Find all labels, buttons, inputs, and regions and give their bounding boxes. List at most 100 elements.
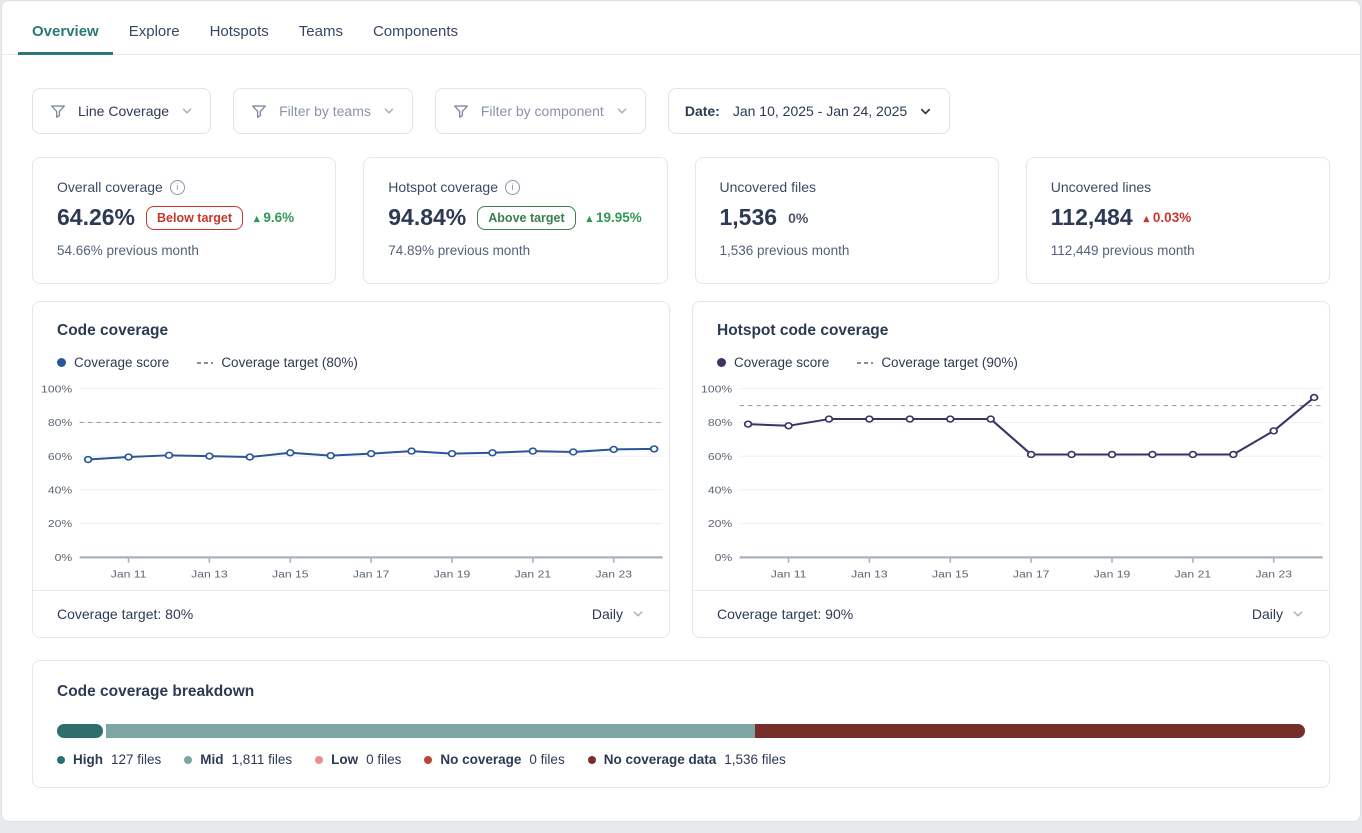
tab-bar: OverviewExploreHotspotsTeamsComponents bbox=[2, 1, 1360, 55]
code-coverage-chart-card: Code coverage Coverage score Coverage ta… bbox=[32, 301, 670, 638]
uncovered-files-trend: 0% bbox=[788, 210, 808, 226]
overall-coverage-title: Overall coverage bbox=[57, 179, 163, 195]
uncovered-files-previous: 1,536 previous month bbox=[720, 243, 974, 258]
hotspot-coverage-trend: ▴ 19.95% bbox=[587, 210, 642, 225]
chart-legend: Coverage score Coverage target (90%) bbox=[717, 355, 1305, 370]
svg-text:Jan 11: Jan 11 bbox=[111, 569, 147, 580]
overall-coverage-card: Overall coverage 64.26% Below target ▴ 9… bbox=[32, 157, 336, 284]
date-range-filter[interactable]: Date: Jan 10, 2025 - Jan 24, 2025 bbox=[668, 88, 950, 134]
chevron-down-icon bbox=[1291, 607, 1305, 621]
breakdown-legend-item-mid: Mid1,811 files bbox=[184, 752, 292, 767]
overall-coverage-previous: 54.66% previous month bbox=[57, 243, 311, 258]
uncovered-files-value: 1,536 bbox=[720, 204, 778, 231]
coverage-target-label: Coverage target: 80% bbox=[57, 606, 193, 622]
interval-select[interactable]: Daily bbox=[1252, 606, 1305, 622]
target-dash-icon bbox=[857, 362, 873, 364]
svg-text:20%: 20% bbox=[48, 519, 72, 530]
coverage-dashboard: OverviewExploreHotspotsTeamsComponents L… bbox=[1, 0, 1361, 822]
svg-text:40%: 40% bbox=[708, 485, 732, 496]
coverage-type-filter[interactable]: Line Coverage bbox=[32, 88, 211, 134]
svg-text:40%: 40% bbox=[48, 485, 72, 496]
series-dot-icon bbox=[717, 358, 726, 367]
svg-text:100%: 100% bbox=[41, 384, 72, 395]
hotspot-coverage-chart-title: Hotspot code coverage bbox=[717, 322, 1305, 340]
trend-up-icon: ▴ bbox=[1144, 213, 1150, 225]
svg-text:Jan 21: Jan 21 bbox=[1175, 569, 1212, 580]
filters-row: Line Coverage Filter by teams Filter by … bbox=[32, 88, 1330, 134]
tab-overview[interactable]: Overview bbox=[18, 7, 113, 54]
tab-teams[interactable]: Teams bbox=[285, 7, 357, 54]
svg-text:Jan 11: Jan 11 bbox=[771, 569, 807, 580]
svg-text:0%: 0% bbox=[715, 553, 733, 564]
chevron-down-icon bbox=[918, 104, 933, 119]
hotspot-coverage-previous: 74.89% previous month bbox=[388, 243, 642, 258]
overall-coverage-value: 64.26% bbox=[57, 204, 135, 231]
breakdown-legend-label: No coverage data bbox=[604, 752, 717, 767]
svg-text:80%: 80% bbox=[48, 418, 72, 429]
metric-cards-row: Overall coverage 64.26% Below target ▴ 9… bbox=[32, 157, 1330, 284]
series-dot-icon bbox=[57, 358, 66, 367]
chevron-down-icon bbox=[382, 104, 396, 118]
svg-text:Jan 23: Jan 23 bbox=[595, 569, 632, 580]
breakdown-legend: High127 filesMid1,811 filesLow0 filesNo … bbox=[57, 752, 1305, 767]
uncovered-lines-value: 112,484 bbox=[1051, 204, 1133, 231]
no-coverage-data-dot-icon bbox=[588, 756, 596, 764]
breakdown-segment-mid bbox=[106, 724, 755, 738]
target-legend-label: Coverage target (80%) bbox=[221, 355, 358, 370]
svg-text:80%: 80% bbox=[708, 418, 732, 429]
breakdown-legend-label: No coverage bbox=[440, 752, 521, 767]
hotspot-coverage-chart: 0%20%40%60%80%100%Jan 11Jan 13Jan 15Jan … bbox=[693, 376, 1329, 590]
breakdown-legend-item-high: High 127 files bbox=[57, 752, 161, 767]
breakdown-legend-count: 1,536 files bbox=[724, 752, 786, 767]
breakdown-legend-count: 0 files bbox=[529, 752, 564, 767]
svg-text:Jan 19: Jan 19 bbox=[434, 569, 471, 580]
chevron-down-icon bbox=[631, 607, 645, 621]
trend-up-icon: ▴ bbox=[587, 213, 593, 225]
coverage-breakdown-card: Code coverage breakdown High127 filesMid… bbox=[32, 660, 1330, 788]
breakdown-legend-item-no-coverage: No coverage 0 files bbox=[424, 752, 564, 767]
svg-text:Jan 21: Jan 21 bbox=[515, 569, 552, 580]
breakdown-legend-count: 0 files bbox=[366, 752, 401, 767]
chevron-down-icon bbox=[615, 104, 629, 118]
chevron-down-icon bbox=[180, 104, 194, 118]
chart-legend: Coverage score Coverage target (80%) bbox=[57, 355, 645, 370]
svg-text:Jan 19: Jan 19 bbox=[1094, 569, 1131, 580]
tab-explore[interactable]: Explore bbox=[115, 7, 194, 54]
info-icon[interactable] bbox=[170, 180, 185, 195]
interval-select[interactable]: Daily bbox=[592, 606, 645, 622]
svg-text:Jan 13: Jan 13 bbox=[851, 569, 888, 580]
funnel-icon bbox=[250, 102, 268, 120]
breakdown-legend-label: High bbox=[73, 752, 103, 767]
uncovered-lines-trend: ▴ 0.03% bbox=[1144, 210, 1192, 225]
no-coverage-dot-icon bbox=[424, 756, 432, 764]
high-dot-icon bbox=[57, 756, 65, 764]
teams-filter[interactable]: Filter by teams bbox=[233, 88, 413, 134]
uncovered-files-title: Uncovered files bbox=[720, 179, 817, 195]
date-filter-label: Date: bbox=[685, 103, 720, 119]
info-icon[interactable] bbox=[505, 180, 520, 195]
svg-text:Jan 15: Jan 15 bbox=[932, 569, 969, 580]
hotspot-coverage-card: Hotspot coverage 94.84% Above target ▴ 1… bbox=[363, 157, 667, 284]
hotspot-coverage-chart-card: Hotspot code coverage Coverage score Cov… bbox=[692, 301, 1330, 638]
charts-row: Code coverage Coverage score Coverage ta… bbox=[32, 301, 1330, 638]
target-legend-label: Coverage target (90%) bbox=[881, 355, 1018, 370]
overall-coverage-trend: ▴ 9.6% bbox=[254, 210, 294, 225]
breakdown-legend-count: 127 files bbox=[111, 752, 161, 767]
svg-text:0%: 0% bbox=[55, 553, 73, 564]
component-filter[interactable]: Filter by component bbox=[435, 88, 646, 134]
tab-components[interactable]: Components bbox=[359, 7, 472, 54]
date-filter-value: Jan 10, 2025 - Jan 24, 2025 bbox=[733, 103, 907, 119]
tab-hotspots[interactable]: Hotspots bbox=[196, 7, 283, 54]
hotspot-coverage-value: 94.84% bbox=[388, 204, 466, 231]
uncovered-files-card: Uncovered files 1,536 0% 1,536 previous … bbox=[695, 157, 999, 284]
breakdown-segment-high bbox=[57, 724, 103, 738]
series-legend-label: Coverage score bbox=[734, 355, 829, 370]
uncovered-lines-title: Uncovered lines bbox=[1051, 179, 1151, 195]
low-dot-icon bbox=[315, 756, 323, 764]
svg-text:Jan 17: Jan 17 bbox=[1013, 569, 1050, 580]
teams-filter-placeholder: Filter by teams bbox=[279, 103, 371, 119]
svg-text:Jan 15: Jan 15 bbox=[272, 569, 309, 580]
trend-up-icon: ▴ bbox=[254, 213, 260, 225]
svg-text:Jan 23: Jan 23 bbox=[1255, 569, 1292, 580]
breakdown-legend-label: Low bbox=[331, 752, 358, 767]
